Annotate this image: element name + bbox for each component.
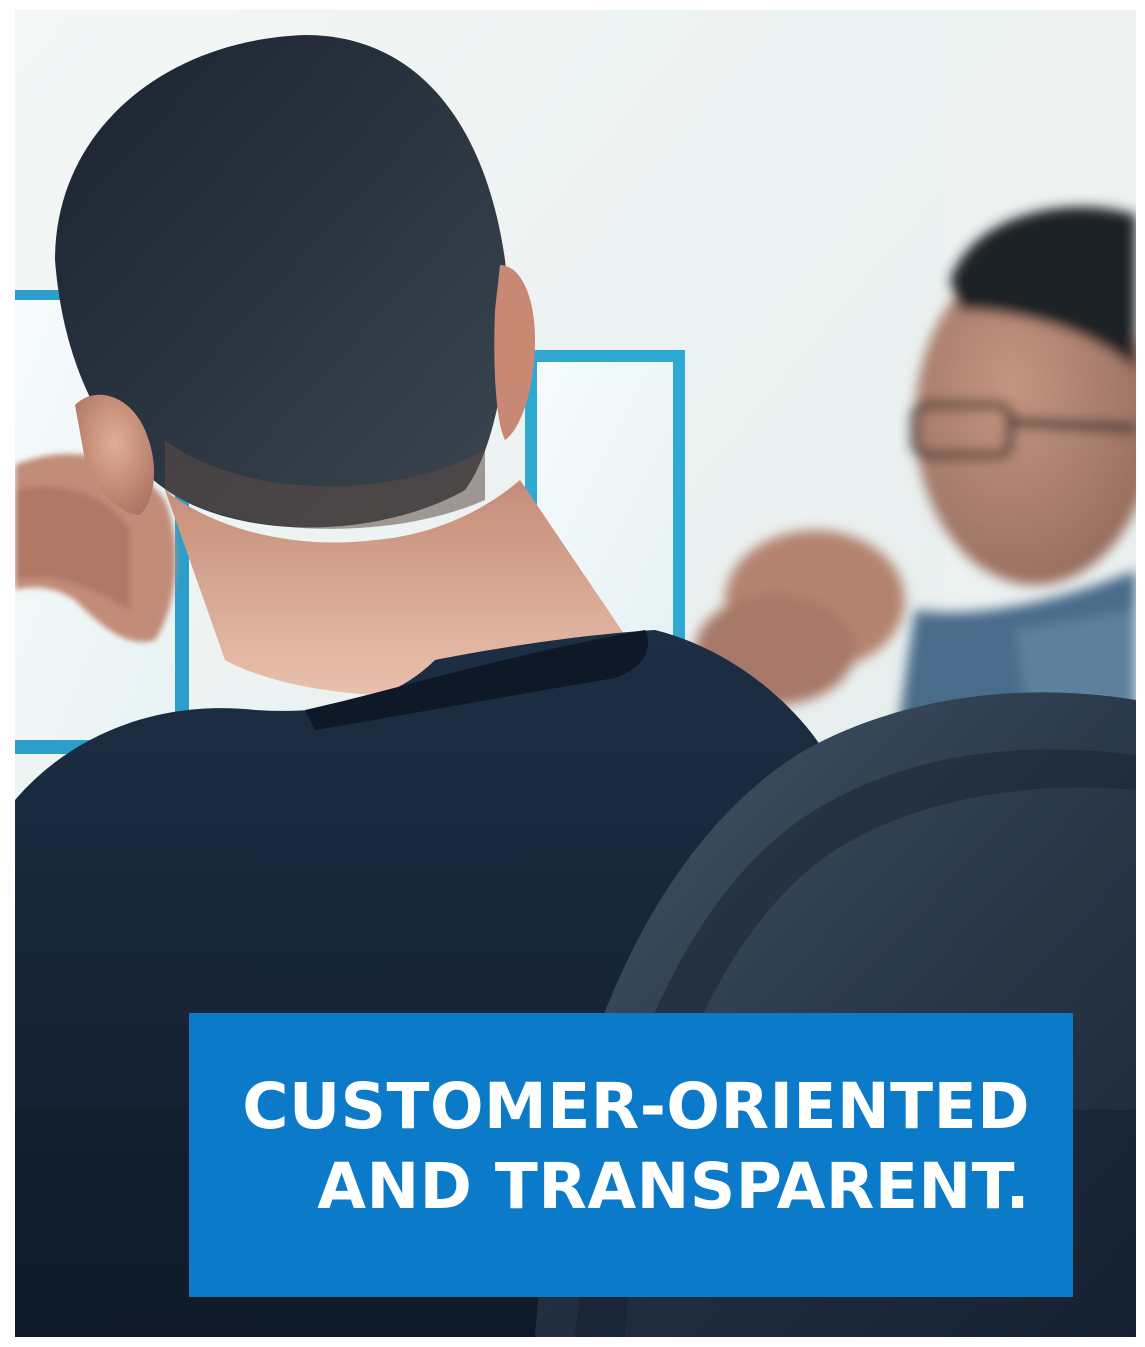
caption-line-2: AND TRANSPARENT. <box>317 1150 1030 1223</box>
caption-banner: CUSTOMER-ORIENTED AND TRANSPARENT. <box>189 1013 1073 1297</box>
caption-line-1: CUSTOMER-ORIENTED <box>242 1070 1030 1143</box>
hero-photo-frame: CUSTOMER-ORIENTED AND TRANSPARENT. <box>15 10 1136 1337</box>
